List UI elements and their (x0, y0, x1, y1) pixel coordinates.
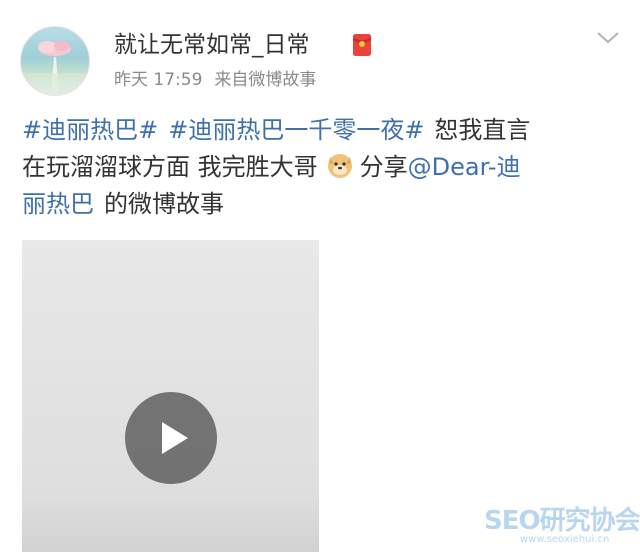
watermark: SEO研究协会网 www.seoxiehui.cn (484, 506, 640, 546)
mention-link[interactable]: 丽热巴 (22, 190, 94, 218)
username[interactable]: 就让无常如常_日常 (114, 30, 310, 60)
mention-link[interactable]: @Dear-迪 (408, 153, 521, 181)
red-packet-icon (353, 34, 371, 56)
post-text: #迪丽热巴# #迪丽热巴一千零一夜# 恕我直言 在玩溜溜球方面 我完胜大哥 分享@D… (22, 112, 622, 223)
post-source: 来自微博故事 (214, 70, 317, 90)
share-label: 分享 (359, 153, 408, 181)
watermark-url: www.seoxiehui.cn (520, 534, 610, 545)
play-icon (162, 422, 188, 454)
chevron-down-icon[interactable] (596, 30, 620, 46)
play-button[interactable] (125, 392, 217, 484)
post-meta: 昨天 17:59 来自微博故事 (114, 68, 316, 92)
post-text-line: 在玩溜溜球方面 我完胜大哥 分享@Dear-迪 (22, 149, 622, 186)
watermark-text: SEO研究协会网 (484, 506, 640, 536)
doge-emoji-icon (327, 154, 352, 178)
post-text-line: #迪丽热巴# #迪丽热巴一千零一夜# 恕我直言 (22, 112, 622, 149)
post-header: 就让无常如常_日常 昨天 17:59 来自微博故事 (0, 0, 640, 104)
post-text-segment: 恕我直言 (434, 116, 531, 144)
post-text-segment: 的微博故事 (104, 190, 224, 218)
avatar-cloud-image (21, 41, 89, 95)
topic-link[interactable]: #迪丽热巴# (22, 116, 158, 144)
video-thumbnail[interactable] (22, 240, 319, 552)
avatar[interactable] (20, 26, 90, 96)
video-bottom-shade (22, 496, 319, 552)
post-text-line: 丽热巴 的微博故事 (22, 186, 622, 223)
post-text-segment: 在玩溜溜球方面 我完胜大哥 (22, 153, 318, 181)
topic-link[interactable]: #迪丽热巴一千零一夜# (168, 116, 424, 144)
post-time: 昨天 17:59 (114, 70, 203, 90)
